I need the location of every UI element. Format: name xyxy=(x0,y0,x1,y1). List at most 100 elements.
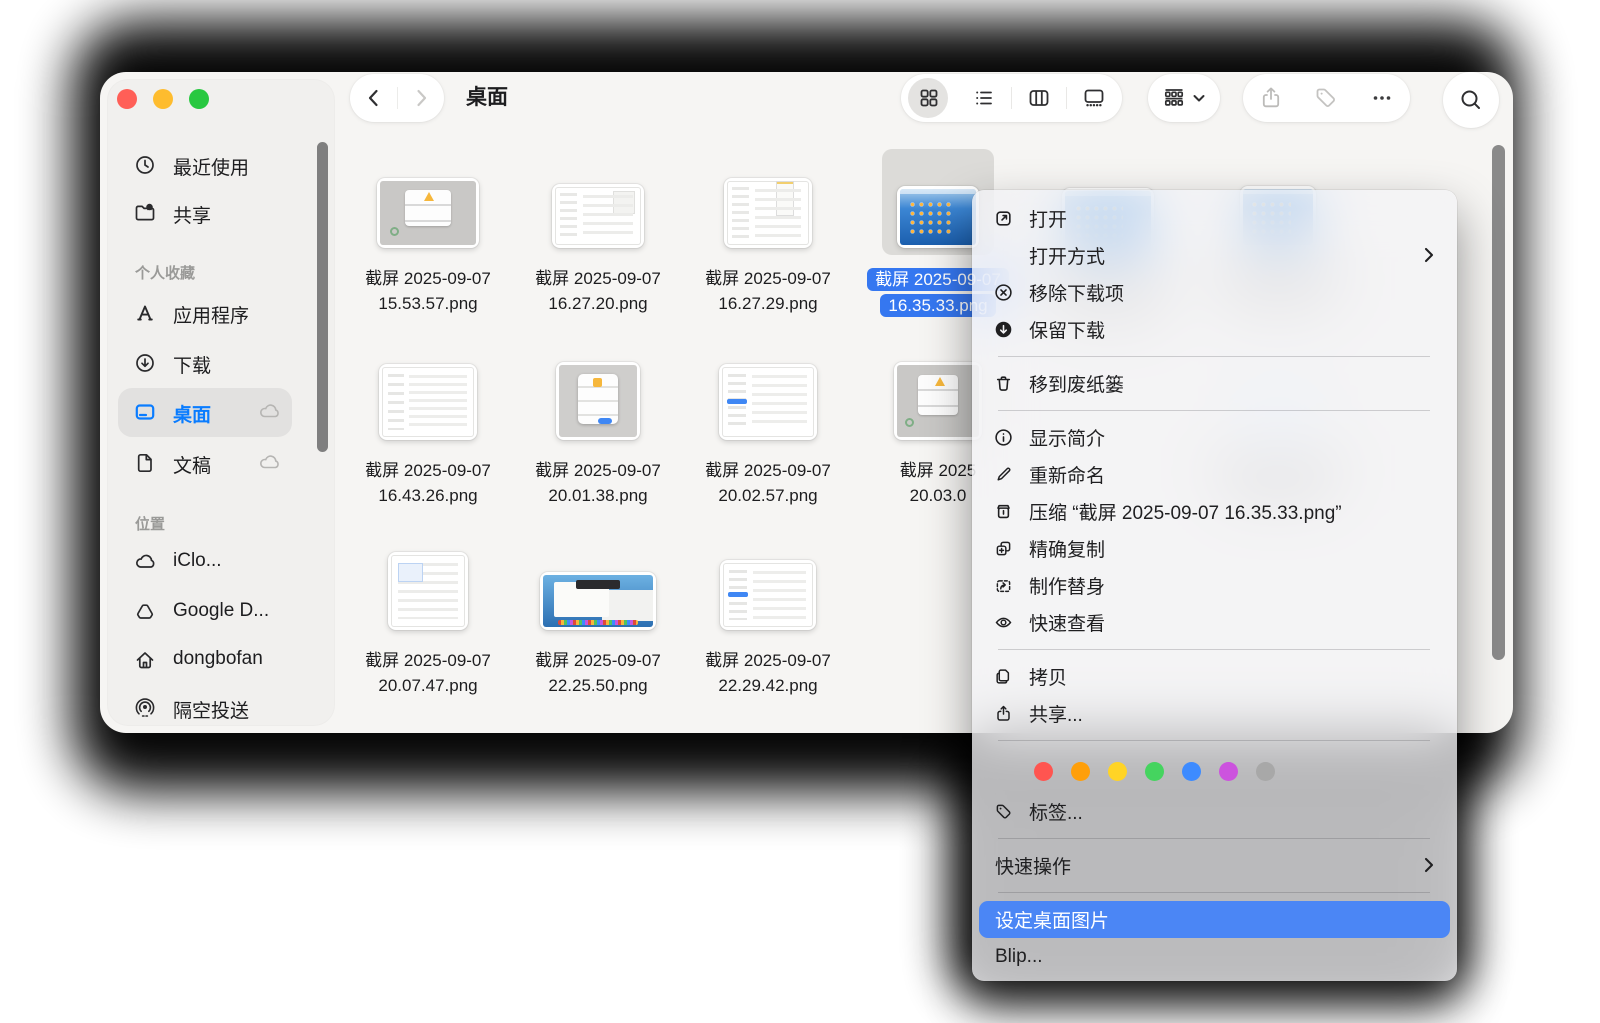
nav-buttons xyxy=(350,74,444,122)
sidebar-item-applications[interactable]: 应用程序 xyxy=(108,293,334,333)
file-name-line1: 截屏 2025 xyxy=(900,458,977,483)
action-buttons xyxy=(1243,74,1410,122)
menu-separator xyxy=(998,892,1430,893)
menu-item-duplicate[interactable]: 精确复制 xyxy=(972,530,1457,567)
menu-item-set-desktop-picture[interactable]: 设定桌面图片 xyxy=(979,901,1450,938)
file-name-line1: 截屏 2025-09-07 xyxy=(535,458,661,483)
file-thumbnail xyxy=(377,178,479,248)
view-switcher xyxy=(901,74,1122,122)
file-item[interactable]: 截屏 2025-09-0720.02.57.png xyxy=(688,346,848,508)
file-thumbnail xyxy=(897,186,979,248)
file-thumbnail xyxy=(719,364,817,440)
sidebar-item-home[interactable]: dongbofan xyxy=(108,640,334,680)
group-by-button[interactable] xyxy=(1148,74,1220,122)
file-name-line2: 22.29.42.png xyxy=(705,673,831,698)
tag-green[interactable] xyxy=(1145,762,1164,781)
more-button[interactable] xyxy=(1354,85,1410,111)
menu-item-label: 精确复制 xyxy=(1029,535,1105,562)
menu-item-quick-look[interactable]: 快速查看 xyxy=(972,604,1457,641)
menu-item-keep-download[interactable]: 保留下载 xyxy=(972,311,1457,348)
sidebar: 最近使用 共享 个人收藏 应用程序 下载 xyxy=(108,80,334,725)
submenu-chevron-icon xyxy=(1423,243,1435,273)
file-thumbnail xyxy=(388,552,468,630)
tag-gray[interactable] xyxy=(1256,762,1275,781)
sidebar-item-documents[interactable]: 文稿 xyxy=(108,443,334,483)
tag-purple[interactable] xyxy=(1219,762,1238,781)
forward-button[interactable] xyxy=(397,86,444,110)
file-name-line2: 16.27.20.png xyxy=(535,291,661,316)
sidebar-item-label: 应用程序 xyxy=(173,301,249,328)
view-columns-button[interactable] xyxy=(1012,74,1067,122)
menu-item-copy[interactable]: 拷贝 xyxy=(972,658,1457,695)
file-thumbnail xyxy=(540,572,656,630)
view-grid-button[interactable] xyxy=(901,74,956,122)
menu-item-label: 设定桌面图片 xyxy=(995,906,1109,933)
screen: 最近使用 共享 个人收藏 应用程序 下载 xyxy=(0,0,1600,1023)
menu-item-make-alias[interactable]: 制作替身 xyxy=(972,567,1457,604)
shared-folder-icon xyxy=(134,202,156,224)
file-name-line1: 截屏 2025-09-07 xyxy=(365,458,491,483)
sidebar-item-downloads[interactable]: 下载 xyxy=(108,343,334,383)
content-scrollbar[interactable] xyxy=(1492,145,1505,660)
menu-item-quick-actions[interactable]: 快速操作 xyxy=(972,847,1457,884)
sidebar-item-google-drive[interactable]: Google D... xyxy=(108,592,334,632)
remove-download-icon xyxy=(992,281,1015,304)
file-item[interactable]: 截屏 2025-09-0716.27.20.png xyxy=(518,154,678,316)
sidebar-item-label: 最近使用 xyxy=(173,153,249,180)
menu-item-open-with[interactable]: 打开方式 xyxy=(972,237,1457,274)
sidebar-item-desktop[interactable]: 桌面 xyxy=(108,392,334,432)
menu-item-open[interactable]: 打开 xyxy=(972,200,1457,237)
info-icon xyxy=(992,426,1015,449)
close-button[interactable] xyxy=(117,89,137,109)
menu-item-move-to-trash[interactable]: 移到废纸篓 xyxy=(972,365,1457,402)
sidebar-item-label: Google D... xyxy=(173,600,269,622)
sidebar-item-label: 共享 xyxy=(173,201,211,228)
airdrop-icon xyxy=(134,697,156,719)
tag-red[interactable] xyxy=(1034,762,1053,781)
tag-orange[interactable] xyxy=(1071,762,1090,781)
download-circle-icon xyxy=(134,352,156,374)
file-item[interactable]: 截屏 2025-09-0722.25.50.png xyxy=(518,536,678,698)
tag-blue[interactable] xyxy=(1182,762,1201,781)
quicklook-eye-icon xyxy=(992,611,1015,634)
applications-icon xyxy=(134,302,156,324)
menu-item-blip[interactable]: Blip... xyxy=(972,938,1457,975)
file-item[interactable]: 截屏 2025-09-0716.43.26.png xyxy=(348,346,508,508)
file-item[interactable]: 截屏 2025-09-0720.01.38.png xyxy=(518,346,678,508)
sidebar-item-label: 下载 xyxy=(173,351,211,378)
tag-button[interactable] xyxy=(1299,85,1355,111)
share-button[interactable] xyxy=(1243,85,1299,111)
sidebar-item-shared[interactable]: 共享 xyxy=(108,193,334,233)
sidebar-scrollbar[interactable] xyxy=(317,142,328,452)
menu-item-compress[interactable]: 压缩 “截屏 2025-09-07 16.35.33.png” xyxy=(972,493,1457,530)
file-name-line1: 截屏 2025-09-07 xyxy=(535,648,661,673)
search-icon xyxy=(1458,87,1484,113)
chevron-down-icon xyxy=(1191,90,1207,106)
file-name-line2: 20.07.47.png xyxy=(365,673,491,698)
tag-yellow[interactable] xyxy=(1108,762,1127,781)
view-gallery-button[interactable] xyxy=(1067,74,1122,122)
file-item[interactable]: 截屏 2025-09-0715.53.57.png xyxy=(348,154,508,316)
file-thumbnail xyxy=(552,184,644,248)
trash-icon xyxy=(992,372,1015,395)
search-button[interactable] xyxy=(1443,72,1499,128)
file-item[interactable]: 截屏 2025-09-0720.07.47.png xyxy=(348,536,508,698)
minimize-button[interactable] xyxy=(153,89,173,109)
file-item[interactable]: 截屏 2025-09-0722.29.42.png xyxy=(688,536,848,698)
menu-item-get-info[interactable]: 显示简介 xyxy=(972,419,1457,456)
icloud-sync-icon xyxy=(258,401,282,423)
menu-item-share[interactable]: 共享... xyxy=(972,695,1457,732)
zoom-button[interactable] xyxy=(189,89,209,109)
menu-item-tags[interactable]: 标签... xyxy=(972,793,1457,830)
view-list-button[interactable] xyxy=(956,74,1011,122)
sidebar-item-icloud[interactable]: iClo... xyxy=(108,542,334,582)
menu-item-rename[interactable]: 重新命名 xyxy=(972,456,1457,493)
sidebar-item-airdrop[interactable]: 隔空投送 xyxy=(108,688,334,725)
file-item[interactable]: 截屏 2025-09-0716.27.29.png xyxy=(688,154,848,316)
file-thumbnail xyxy=(556,362,640,440)
menu-item-label: 拷贝 xyxy=(1029,663,1067,690)
sidebar-item-recents[interactable]: 最近使用 xyxy=(108,145,334,185)
sidebar-item-label: 桌面 xyxy=(173,400,211,427)
menu-item-remove-download[interactable]: 移除下载项 xyxy=(972,274,1457,311)
back-button[interactable] xyxy=(350,86,397,110)
